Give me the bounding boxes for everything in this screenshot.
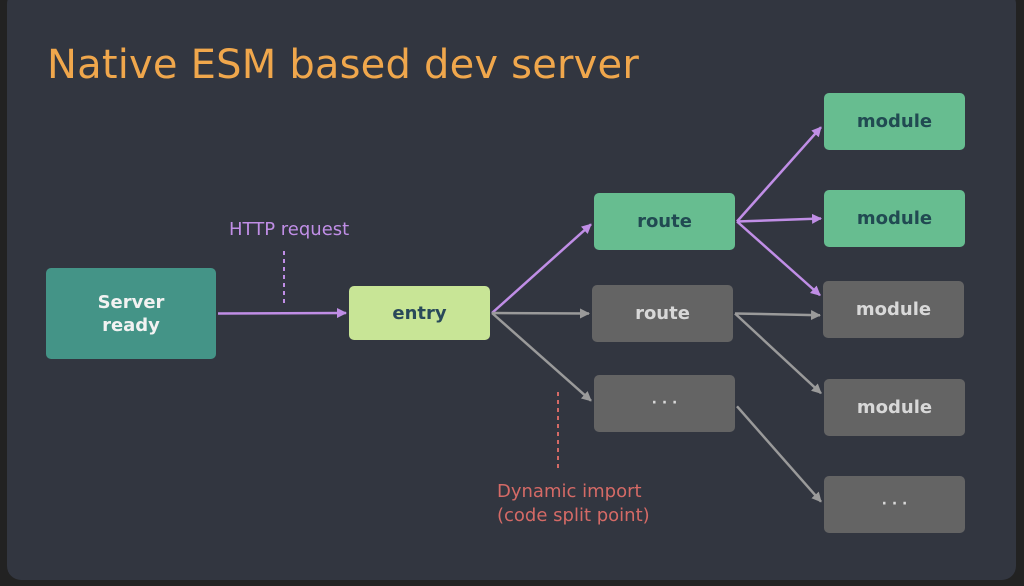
dynamic-import-label-line2: (code split point): [497, 505, 650, 526]
edge-entry-to-route-ellipsis: [491, 312, 592, 402]
node-entry: entry: [349, 286, 490, 340]
dynamic-import-label-line1: Dynamic import: [497, 481, 642, 502]
http-request-label: HTTP request: [229, 219, 350, 240]
node-route-inactive: route: [592, 285, 733, 342]
edge-entry-to-route-inactive: [491, 308, 590, 319]
edge-server-to-entry: [217, 308, 347, 319]
edge-route-inactive-to-module-4: [734, 312, 822, 395]
node-route-active: route: [594, 193, 735, 250]
edge-route-active-to-module-1: [736, 126, 822, 223]
node-route-ellipsis: · · ·: [594, 375, 735, 432]
node-module-ellipsis: · · ·: [824, 476, 965, 533]
node-server-ready: Server ready: [46, 268, 216, 359]
edge-route-inactive-to-module-3: [734, 310, 821, 321]
edge-route-active-to-module-3: [736, 220, 821, 297]
edge-route-ellipsis-to-module-ellipsis: [736, 405, 822, 503]
node-module-4: module: [824, 379, 965, 436]
node-module-1: module: [824, 93, 965, 150]
node-module-3: module: [823, 281, 964, 338]
edge-route-active-to-module-2: [736, 213, 822, 224]
node-module-2: module: [824, 190, 965, 247]
edge-entry-to-route-active: [491, 223, 592, 314]
